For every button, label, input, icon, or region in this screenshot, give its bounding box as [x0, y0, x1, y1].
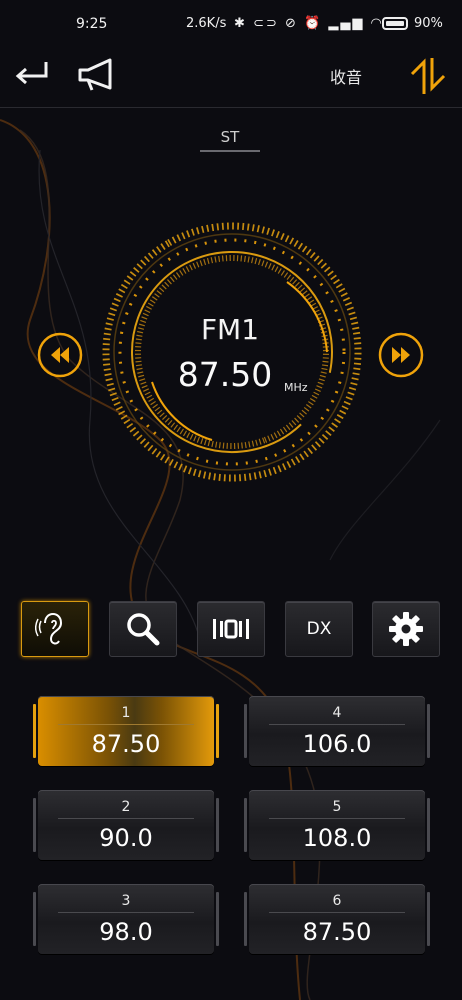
swap-arrows-icon — [410, 58, 446, 94]
preset-4[interactable]: 4 106.0 — [244, 696, 430, 766]
settings-button[interactable] — [372, 601, 440, 657]
preset-rule — [269, 724, 405, 725]
dx-label: DX — [306, 619, 332, 639]
back-arrow-icon — [15, 62, 48, 85]
rewind-icon — [37, 332, 83, 378]
preset-cap-right — [427, 892, 430, 946]
seek-forward-button[interactable] — [378, 332, 424, 378]
search-icon — [127, 613, 160, 646]
speaker-button[interactable] — [74, 54, 118, 96]
header: 收音 — [0, 0, 462, 110]
preset-frequency: 108.0 — [302, 824, 372, 852]
preset-6[interactable]: 6 87.50 — [244, 884, 430, 954]
local-listen-button[interactable] — [21, 601, 89, 657]
preset-rule — [58, 724, 194, 725]
stereo-underline — [200, 150, 260, 152]
page-title: 收音 — [330, 68, 363, 87]
back-button[interactable] — [10, 54, 54, 96]
preset-frequency: 106.0 — [302, 730, 372, 758]
preset-cap-right — [216, 892, 219, 946]
preset-cap-right — [427, 704, 430, 758]
preset-cap-right — [216, 704, 219, 758]
dx-button[interactable]: DX — [285, 601, 353, 657]
preset-rule — [58, 912, 194, 913]
preset-cap-left — [33, 892, 36, 946]
preset-cap-left — [244, 892, 247, 946]
preset-rule — [269, 818, 405, 819]
search-button[interactable] — [109, 601, 177, 657]
gear-icon — [389, 612, 423, 646]
fast-forward-icon — [378, 332, 424, 378]
ear-icon — [35, 612, 63, 645]
preset-rule — [58, 818, 194, 819]
preset-cap-left — [33, 704, 36, 758]
preset-number: 5 — [332, 799, 342, 815]
preset-5[interactable]: 5 108.0 — [244, 790, 430, 860]
preset-frequency: 87.50 — [302, 918, 372, 946]
preset-cap-right — [216, 798, 219, 852]
preset-frequency: 87.50 — [91, 730, 161, 758]
switch-source-button[interactable] — [406, 54, 450, 96]
scan-icon — [213, 619, 249, 639]
preset-3[interactable]: 3 98.0 — [33, 884, 219, 954]
preset-frequency: 90.0 — [99, 824, 153, 852]
band-label: FM1 — [200, 313, 260, 346]
preset-number: 6 — [332, 893, 342, 909]
scan-button[interactable] — [197, 601, 265, 657]
preset-rule — [269, 912, 405, 913]
preset-1[interactable]: 1 87.50 — [33, 696, 219, 766]
preset-2[interactable]: 2 90.0 — [33, 790, 219, 860]
preset-number: 4 — [332, 705, 342, 721]
seek-back-button[interactable] — [37, 332, 83, 378]
stereo-indicator: ST — [220, 128, 240, 146]
preset-cap-left — [244, 704, 247, 758]
frequency-display: 87.50 — [177, 355, 273, 394]
preset-cap-left — [33, 798, 36, 852]
tuner-dial — [102, 222, 362, 482]
preset-cap-left — [244, 798, 247, 852]
frequency-unit: MHz — [284, 381, 308, 394]
preset-number: 3 — [121, 893, 131, 909]
megaphone-icon — [78, 58, 112, 91]
preset-cap-right — [427, 798, 430, 852]
header-divider — [0, 107, 462, 108]
preset-number: 2 — [121, 799, 131, 815]
preset-frequency: 98.0 — [99, 918, 153, 946]
preset-number: 1 — [121, 705, 131, 721]
